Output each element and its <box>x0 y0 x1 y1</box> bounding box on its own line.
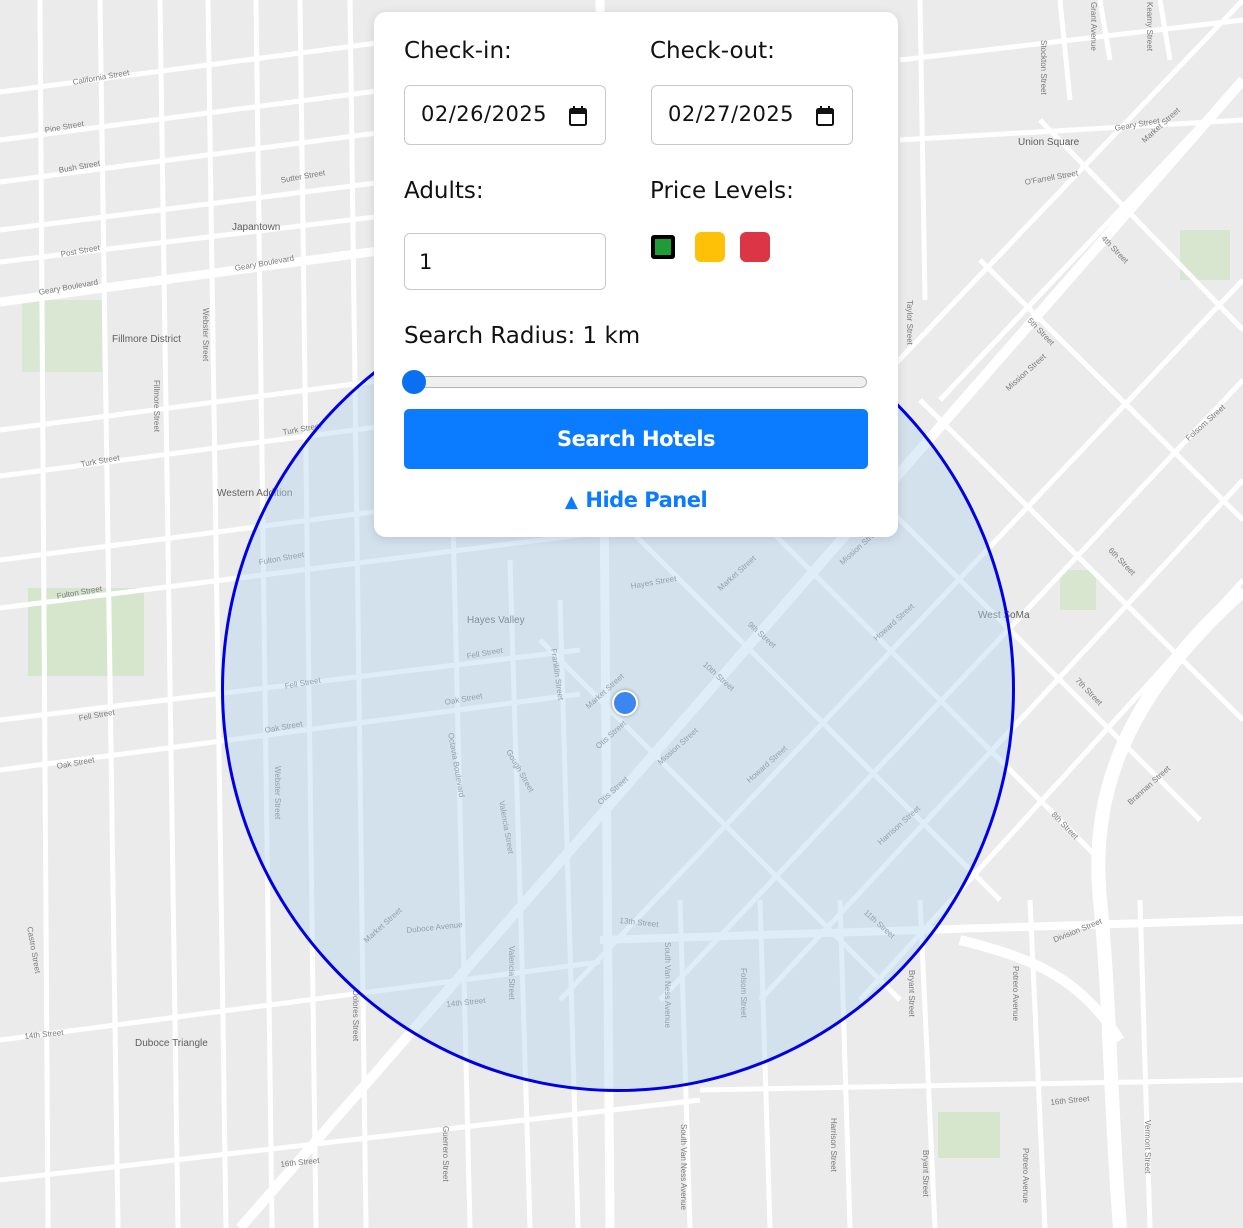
checkin-date-input[interactable]: 02/26/2025 <box>404 85 606 145</box>
park-area <box>1060 570 1096 610</box>
radius-label: Search Radius: 1 km <box>404 323 641 349</box>
price-level-red-swatch[interactable] <box>740 232 770 262</box>
checkout-date-value: 02/27/2025 <box>668 102 795 126</box>
park-area <box>938 1112 1000 1158</box>
adults-label: Adults: <box>404 178 484 204</box>
hide-panel-label: Hide Panel <box>585 488 708 512</box>
checkin-label: Check-in: <box>404 38 512 64</box>
price-level-green-swatch[interactable] <box>651 235 675 259</box>
adults-input[interactable]: 1 <box>404 233 606 290</box>
adults-value: 1 <box>419 250 433 274</box>
radius-slider-thumb[interactable] <box>402 370 426 394</box>
calendar-icon[interactable] <box>816 106 834 126</box>
search-hotels-button[interactable]: Search Hotels <box>404 409 868 469</box>
checkin-date-value: 02/26/2025 <box>421 102 548 126</box>
price-level-yellow-swatch[interactable] <box>695 232 725 262</box>
park-area <box>22 300 102 372</box>
hide-panel-link[interactable]: ▲ Hide Panel <box>374 488 898 512</box>
price-levels-label: Price Levels: <box>650 178 794 204</box>
calendar-icon[interactable] <box>569 106 587 126</box>
triangle-up-icon: ▲ <box>564 492 578 512</box>
location-marker[interactable] <box>612 690 638 716</box>
checkout-label: Check-out: <box>650 38 775 64</box>
radius-slider-track[interactable] <box>404 376 867 388</box>
checkout-date-input[interactable]: 02/27/2025 <box>651 85 853 145</box>
